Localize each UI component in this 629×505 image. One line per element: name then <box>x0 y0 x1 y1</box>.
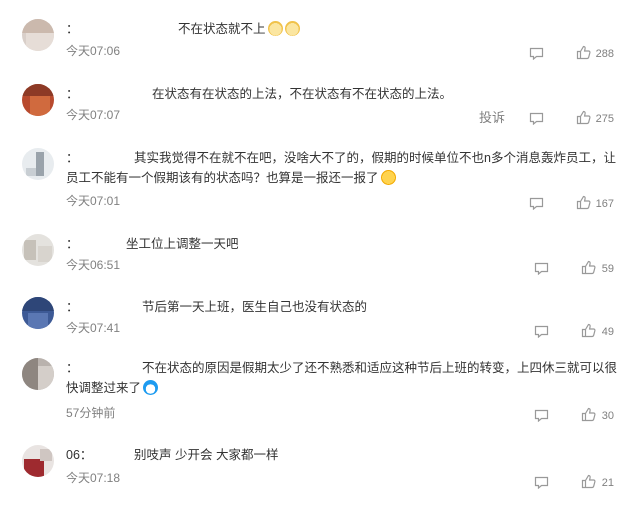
comment-item: ：不在状态的原因是假期太少了还不熟悉和适应这种节后上班的转变，上四休三就可以很快… <box>0 358 629 428</box>
comment-body: 不在状态就不上 <box>178 22 266 36</box>
comment-item: ：在状态有在状态的上法，不在状态有不在状态的上法。 今天07:07 投诉 275 <box>0 84 629 134</box>
comment-time: 今天07:41 <box>66 321 121 335</box>
reply-icon[interactable] <box>534 262 549 275</box>
comment-item: ：节后第一天上班，医生自己也没有状态的 今天07:41 49 <box>0 297 629 347</box>
comment-item: ：坐工位上调整一天吧 今天06:51 59 <box>0 234 629 284</box>
comment-body: 节后第一天上班，医生自己也没有状态的 <box>142 300 368 314</box>
comment-text: 06： 别吱声 少开会 大家都一样 <box>66 445 619 465</box>
avatar[interactable] <box>22 19 54 51</box>
thumbs-up-icon[interactable] <box>576 110 591 125</box>
comment-time: 今天07:01 <box>66 194 121 208</box>
username[interactable]: ： <box>66 358 142 378</box>
like-count: 275 <box>595 113 614 125</box>
dog-emoji-icon <box>284 21 300 36</box>
username[interactable]: ： <box>66 148 134 168</box>
reply-icon[interactable] <box>529 112 544 125</box>
thumbs-up-icon[interactable] <box>581 407 596 422</box>
comment-text: ：坐工位上调整一天吧 <box>66 234 619 254</box>
comment-body: 在状态有在状态的上法，不在状态有不在状态的上法。 <box>152 87 453 101</box>
comment-item: 06： 别吱声 少开会 大家都一样 今天07:18 21 <box>0 445 629 495</box>
like-count: 21 <box>601 477 614 489</box>
like-count: 59 <box>601 263 614 275</box>
reply-icon[interactable] <box>534 476 549 489</box>
avatar[interactable] <box>22 297 54 329</box>
reply-icon[interactable] <box>534 325 549 338</box>
comment-text: ：不在状态的原因是假期太少了还不熟悉和适应这种节后上班的转变，上四休三就可以很快… <box>66 358 619 398</box>
avatar[interactable] <box>22 148 54 180</box>
comment-text: ：其实我觉得不在就不在吧，没啥大不了的，假期的时候单位不也n多个消息轰炸员工，让… <box>66 148 619 188</box>
laughing-emoji-icon <box>380 170 396 185</box>
username[interactable]: ： <box>66 84 152 104</box>
avatar[interactable] <box>22 445 54 477</box>
comment-item: ：其实我觉得不在就不在吧，没啥大不了的，假期的时候单位不也n多个消息轰炸员工，让… <box>0 148 629 218</box>
like-count: 30 <box>601 410 614 422</box>
comment-item: ：不在状态就不上 今天07:06 288 <box>0 19 629 69</box>
comment-body: 别吱声 少开会 大家都一样 <box>134 448 279 462</box>
thumbs-up-icon[interactable] <box>576 45 591 60</box>
reply-icon[interactable] <box>529 197 544 210</box>
username-tail: 06 <box>66 448 80 462</box>
reply-icon[interactable] <box>534 409 549 422</box>
comment-body: 坐工位上调整一天吧 <box>126 237 239 251</box>
doraemon-emoji-icon <box>143 380 159 395</box>
report-link[interactable]: 投诉 <box>479 110 505 126</box>
comment-text: ：不在状态就不上 <box>66 19 619 39</box>
thumbs-up-icon[interactable] <box>581 474 596 489</box>
username[interactable]: ： <box>66 234 126 254</box>
comment-body: 其实我觉得不在就不在吧，没啥大不了的，假期的时候单位不也n多个消息轰炸员工，让员… <box>66 151 616 185</box>
avatar[interactable] <box>22 358 54 390</box>
comment-time: 今天07:07 <box>66 108 121 122</box>
username[interactable]: ： <box>66 19 178 39</box>
thumbs-up-icon[interactable] <box>576 195 591 210</box>
reply-icon[interactable] <box>529 47 544 60</box>
avatar[interactable] <box>22 234 54 266</box>
like-count: 288 <box>595 48 614 60</box>
username[interactable]: ： <box>66 297 142 317</box>
like-count: 167 <box>595 198 614 210</box>
thumbs-up-icon[interactable] <box>581 323 596 338</box>
dog-emoji-icon <box>267 21 283 36</box>
comment-time: 57分钟前 <box>66 406 116 420</box>
comment-text: ：节后第一天上班，医生自己也没有状态的 <box>66 297 619 317</box>
like-count: 49 <box>601 326 614 338</box>
comment-time: 今天06:51 <box>66 258 121 272</box>
comment-time: 今天07:18 <box>66 471 121 485</box>
thumbs-up-icon[interactable] <box>581 260 596 275</box>
username[interactable]: 06： <box>66 445 134 465</box>
comment-time: 今天07:06 <box>66 44 121 58</box>
comment-text: ：在状态有在状态的上法，不在状态有不在状态的上法。 <box>66 84 619 104</box>
avatar[interactable] <box>22 84 54 116</box>
